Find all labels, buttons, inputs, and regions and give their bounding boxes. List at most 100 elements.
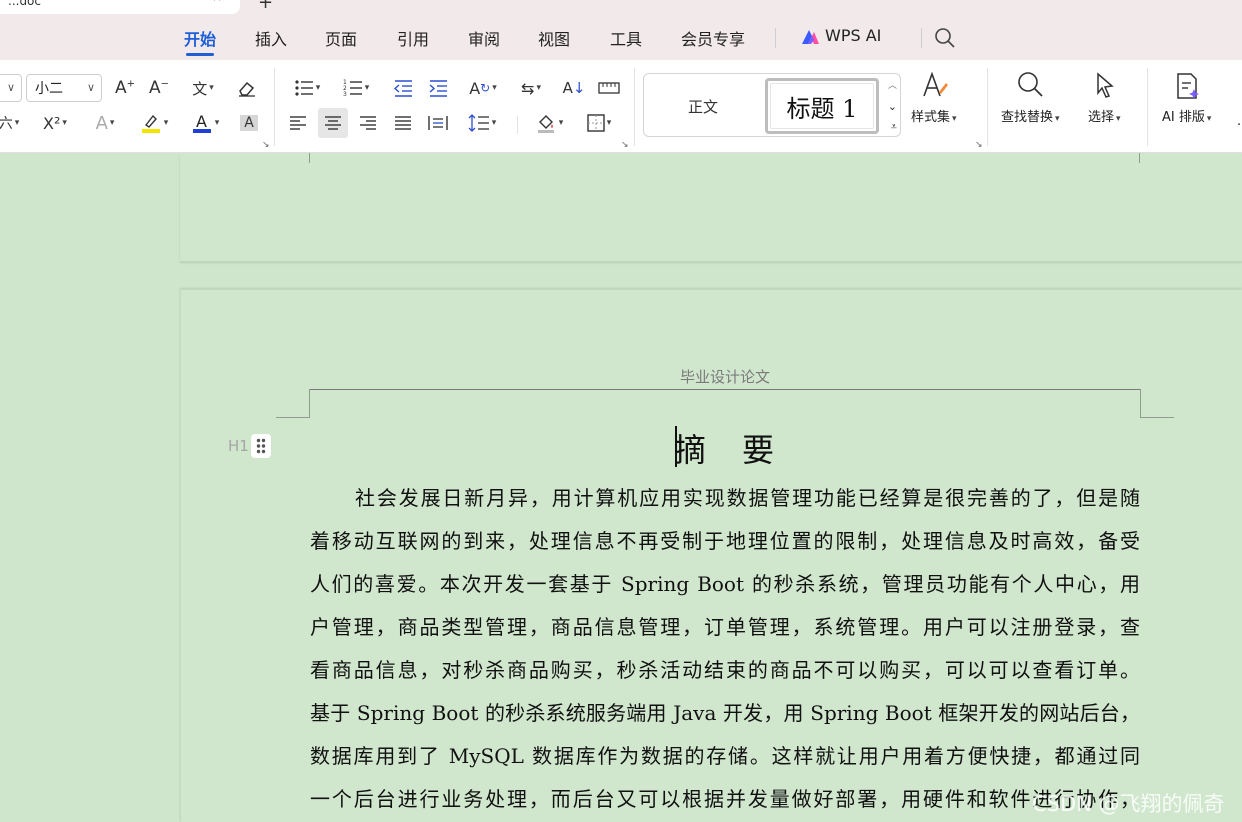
phonetic-guide-button[interactable]: 文 ▾ bbox=[183, 75, 223, 101]
line-spacing-button[interactable]: ▾ bbox=[462, 110, 502, 136]
pin-icon[interactable]: · bbox=[190, 0, 194, 4]
menu-divider bbox=[921, 28, 922, 48]
paragraph-line[interactable]: 人们的喜爱。本次开发一套基于 Spring Boot 的秒杀系统，管理员功能有个… bbox=[310, 568, 1140, 598]
ribbon-toolbar: ∨ 小二 ∨ A+ A− 文 ▾ 六 ▾ X² ▾ A ▾ ▾ A ▾ A ↘ … bbox=[0, 60, 1242, 153]
numbered-list-icon: 123 bbox=[343, 79, 362, 97]
paragraph-dialog-launcher-icon[interactable]: ↘ bbox=[621, 140, 629, 150]
ruler-icon bbox=[598, 82, 620, 94]
ai-layout-button[interactable]: AI 排版 ▾ bbox=[1162, 70, 1211, 125]
previous-page bbox=[180, 153, 1242, 262]
tab-page[interactable]: 页面 bbox=[325, 26, 357, 50]
underline-dropdown-button[interactable]: 六 ▾ bbox=[0, 110, 24, 136]
tab-home[interactable]: 开始 bbox=[184, 26, 216, 56]
font-color-button[interactable]: A ▾ bbox=[186, 110, 224, 136]
paragraph-line[interactable]: 户管理，商品类型管理，商品信息管理，订单管理，系统管理。用户可以注册登录，查 bbox=[310, 611, 1140, 641]
char-shading-icon: A bbox=[240, 115, 258, 131]
superscript-button[interactable]: X² ▾ bbox=[36, 110, 74, 136]
paint-bucket-icon bbox=[537, 115, 554, 133]
menu-divider bbox=[775, 28, 776, 48]
increase-indent-icon bbox=[429, 80, 447, 97]
new-tab-button[interactable]: + bbox=[258, 0, 273, 13]
tab-references[interactable]: 引用 bbox=[397, 26, 429, 50]
close-tab-icon[interactable]: × bbox=[212, 0, 222, 4]
paragraph-line[interactable]: 一个后台进行业务处理，而后台又可以根据并发量做好部署，用硬件和软件进行协作， bbox=[310, 783, 1140, 813]
align-center-button[interactable] bbox=[318, 108, 348, 138]
align-left-icon bbox=[290, 116, 306, 130]
chevron-down-icon[interactable]: ⌄ bbox=[888, 100, 897, 113]
align-right-button[interactable] bbox=[355, 110, 381, 136]
font-dialog-launcher-icon[interactable]: ↘ bbox=[262, 140, 270, 150]
tab-tools[interactable]: 工具 bbox=[610, 26, 642, 50]
ribbon-divider bbox=[634, 68, 635, 146]
style-heading-1[interactable]: 标题 1 bbox=[765, 78, 879, 134]
paragraph-line[interactable]: 基于 Spring Boot 的秒杀系统服务端用 Java 开发，用 Sprin… bbox=[310, 697, 1140, 727]
grow-font-button[interactable]: A+ bbox=[112, 75, 138, 101]
svg-text:3: 3 bbox=[343, 91, 347, 97]
font-name-select[interactable]: ∨ bbox=[0, 74, 22, 102]
text-cursor bbox=[675, 426, 677, 467]
page-header-text[interactable]: 毕业设计论文 bbox=[310, 366, 1140, 387]
style-set-button[interactable]: 样式集 ▾ bbox=[911, 70, 957, 125]
margin-corner-mark bbox=[1140, 417, 1174, 418]
justify-button[interactable] bbox=[390, 110, 416, 136]
paragraph-line[interactable]: 看商品信息，对秒杀商品购买，秒杀活动结束的商品不可以购买，可以可以查看订单。 bbox=[310, 654, 1140, 684]
document-tab[interactable]: ...doc · × bbox=[0, 0, 240, 14]
ai-layout-label: AI 排版 bbox=[1162, 110, 1205, 125]
decrease-indent-icon bbox=[393, 80, 412, 97]
align-left-button[interactable] bbox=[285, 110, 311, 136]
tab-view[interactable]: 视图 bbox=[538, 26, 570, 50]
line-break-button[interactable]: ⇆ ▾ bbox=[512, 75, 550, 101]
phonetic-guide-icon: 文 bbox=[192, 79, 208, 98]
align-center-icon bbox=[325, 116, 341, 130]
find-replace-label: 查找替换 bbox=[1001, 110, 1054, 125]
decrease-indent-button[interactable] bbox=[390, 75, 416, 101]
highlighter-icon bbox=[141, 114, 160, 133]
sort-button[interactable]: A↓ bbox=[561, 75, 587, 101]
bullets-button[interactable]: ▾ bbox=[288, 75, 326, 101]
tab-member[interactable]: 会员专享 bbox=[681, 26, 745, 50]
underline-icon: 六 bbox=[0, 116, 13, 132]
tab-review[interactable]: 审阅 bbox=[468, 26, 500, 50]
chevron-up-icon[interactable]: ︿ bbox=[888, 78, 897, 91]
shading-button[interactable]: ▾ bbox=[530, 110, 568, 136]
text-direction-button[interactable]: A ↻ ▾ bbox=[463, 75, 503, 101]
highlight-button[interactable]: ▾ bbox=[135, 110, 173, 136]
increase-indent-button[interactable] bbox=[425, 75, 451, 101]
paragraph-line[interactable]: 数据库用到了 MySQL 数据库作为数据的存储。这样就让用户用着方便快捷，都通过… bbox=[310, 740, 1140, 770]
cursor-arrow-icon bbox=[1097, 72, 1115, 98]
show-marks-button[interactable] bbox=[596, 75, 622, 101]
char-shading-button[interactable]: A bbox=[238, 110, 260, 136]
style-normal[interactable]: 正文 bbox=[688, 96, 718, 117]
ribbon-divider bbox=[274, 68, 275, 146]
search-icon[interactable] bbox=[934, 27, 956, 49]
font-color-icon: A bbox=[192, 112, 211, 133]
font-size-select[interactable]: 小二 ∨ bbox=[26, 74, 102, 102]
document-title[interactable]: 摘 要 bbox=[310, 425, 1140, 471]
style-set-label: 样式集 bbox=[911, 110, 951, 125]
align-right-icon bbox=[360, 116, 376, 130]
text-effect-button[interactable]: A ▾ bbox=[86, 110, 124, 136]
tab-insert[interactable]: 插入 bbox=[255, 26, 287, 50]
superscript-icon: X² bbox=[43, 113, 61, 133]
paragraph-line[interactable]: 社会发展日新月异，用计算机应用实现数据管理功能已经算是很完善的了，但是随 bbox=[355, 482, 1140, 512]
eraser-icon bbox=[239, 81, 255, 97]
paragraph-line[interactable]: 着移动互联网的到来，处理信息不再受制于地理位置的限制，处理信息及时高效，备受 bbox=[310, 525, 1140, 555]
style-heading-1-label: 标题 1 bbox=[786, 94, 858, 123]
numbering-button[interactable]: 123 ▾ bbox=[337, 75, 375, 101]
clear-format-button[interactable] bbox=[233, 75, 261, 101]
borders-button[interactable]: ▾ bbox=[580, 110, 618, 136]
select-button[interactable]: 选择 ▾ bbox=[1088, 70, 1121, 125]
tab-wps-ai[interactable]: WPS AI bbox=[825, 26, 881, 45]
swap-arrows-icon: ⇆ bbox=[521, 78, 535, 98]
distribute-icon bbox=[428, 116, 448, 130]
shrink-font-button[interactable]: A− bbox=[146, 75, 172, 101]
styles-dialog-launcher-icon[interactable]: ↘ bbox=[975, 140, 983, 150]
ribbon-overflow-icon[interactable]: · bbox=[1237, 118, 1241, 133]
find-replace-button[interactable]: 查找替换 ▾ bbox=[1001, 70, 1060, 125]
bullet-list-icon bbox=[295, 80, 313, 96]
paragraph-drag-handle[interactable] bbox=[251, 434, 271, 458]
distribute-button[interactable] bbox=[425, 110, 451, 136]
style-gallery: 正文 标题 1 ︿ ⌄ ⩡ bbox=[643, 73, 901, 137]
gallery-expand-icon[interactable]: ⩡ bbox=[891, 120, 897, 134]
ribbon-divider bbox=[987, 68, 988, 146]
